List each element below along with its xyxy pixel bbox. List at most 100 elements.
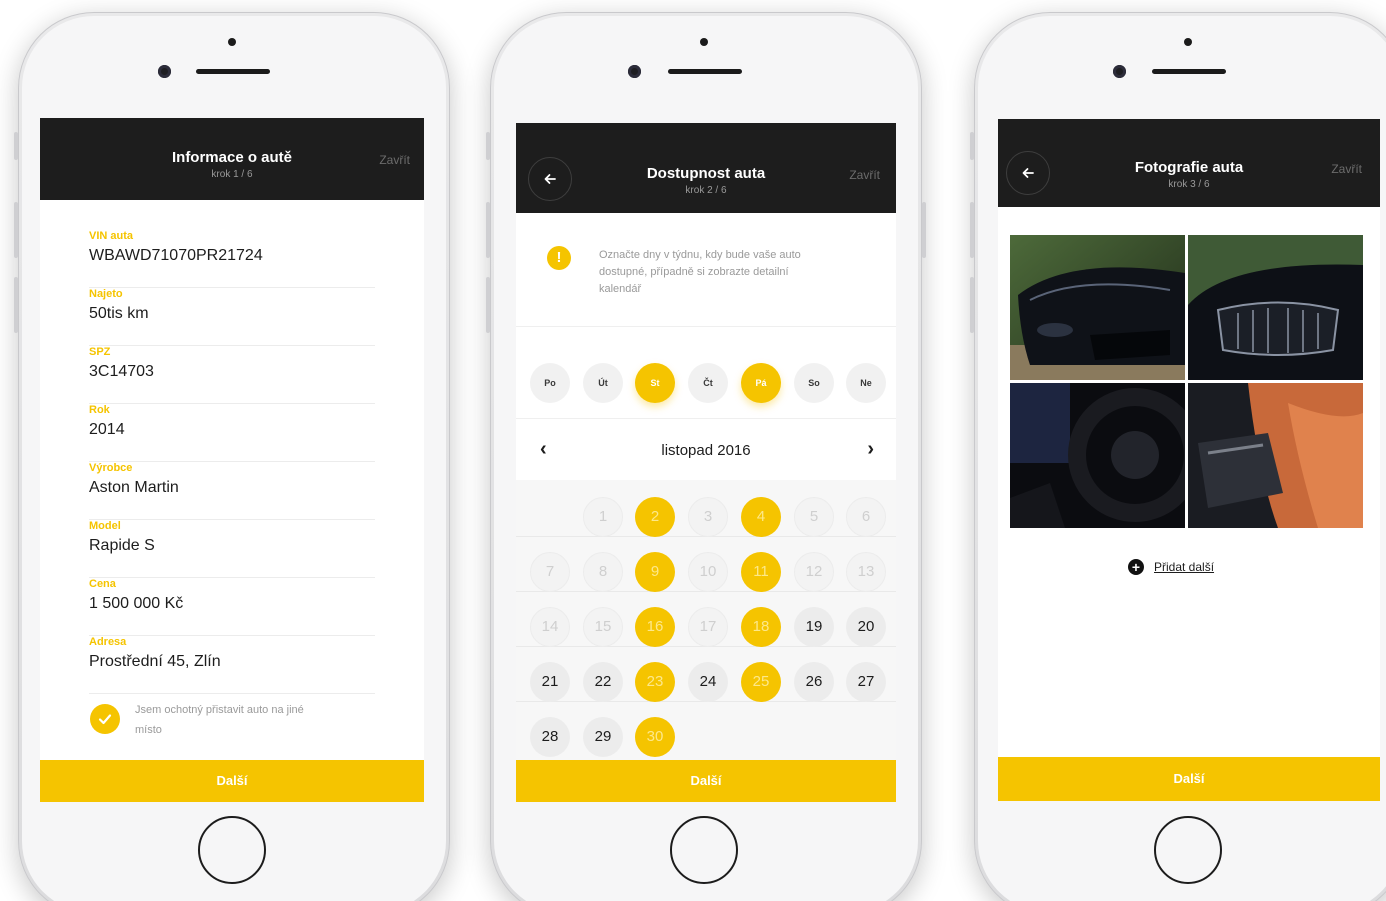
- field-value[interactable]: Aston Martin: [89, 479, 179, 497]
- field-label: Model: [89, 520, 121, 532]
- calendar-day: 12: [794, 552, 834, 592]
- calendar-day[interactable]: 19: [794, 607, 834, 647]
- info-icon: !: [547, 246, 571, 270]
- divider: [516, 418, 896, 419]
- form-field[interactable]: Adresa Prostřední 45, Zlín: [89, 636, 375, 694]
- calendar-day: 3: [688, 497, 728, 537]
- form-field[interactable]: SPZ 3C14703: [89, 346, 375, 404]
- volume-button: [970, 132, 974, 160]
- next-button[interactable]: Další: [998, 757, 1380, 801]
- next-button[interactable]: Další: [516, 760, 896, 802]
- close-button[interactable]: Zavřít: [1331, 162, 1362, 176]
- step-indicator: krok 2 / 6: [685, 185, 727, 196]
- home-button[interactable]: [670, 816, 738, 884]
- car-photo[interactable]: [1010, 383, 1185, 528]
- field-value[interactable]: 1 500 000 Kč: [89, 595, 183, 613]
- car-photo[interactable]: [1188, 235, 1363, 380]
- volume-button: [970, 277, 974, 333]
- calendar-day[interactable]: 22: [583, 662, 623, 702]
- checkbox-label-line: místo: [135, 724, 162, 736]
- field-value[interactable]: 3C14703: [89, 363, 154, 381]
- calendar-day: 15: [583, 607, 623, 647]
- checkmark-icon: [98, 714, 112, 725]
- header: Fotografie auta krok 3 / 6 Zavřít: [998, 119, 1380, 207]
- power-button: [922, 202, 926, 258]
- weekday-toggle[interactable]: Út: [583, 363, 623, 403]
- weekday-toggle[interactable]: Po: [530, 363, 570, 403]
- calendar-day: 17: [688, 607, 728, 647]
- volume-button: [486, 202, 490, 258]
- form-field[interactable]: Cena 1 500 000 Kč: [89, 578, 375, 636]
- form-field[interactable]: Najeto 50tis km: [89, 288, 375, 346]
- calendar-day[interactable]: 23: [635, 662, 675, 702]
- calendar-day[interactable]: 18: [741, 607, 781, 647]
- field-value[interactable]: 50tis km: [89, 305, 149, 323]
- page-title: Informace o autě: [171, 149, 293, 166]
- volume-button: [486, 277, 490, 333]
- relocate-checkbox[interactable]: [90, 704, 120, 734]
- field-value[interactable]: WBAWD71070PR21724: [89, 247, 263, 265]
- weekday-toggle[interactable]: Ne: [846, 363, 886, 403]
- screen: Informace o autě krok 1 / 6 Zavřít VIN a…: [40, 118, 424, 802]
- weekday-toggle[interactable]: So: [794, 363, 834, 403]
- screen: Dostupnost auta krok 2 / 6 Zavřít ! Ozna…: [516, 123, 896, 802]
- field-label: SPZ: [89, 346, 111, 358]
- steering-wheel-photo: [1010, 383, 1185, 528]
- weekday-toggle[interactable]: Čt: [688, 363, 728, 403]
- field-label: Výrobce: [89, 462, 133, 474]
- calendar-day[interactable]: 30: [635, 717, 675, 757]
- calendar-day: 14: [530, 607, 570, 647]
- notice-line: kalendář: [599, 283, 642, 295]
- calendar-day[interactable]: 29: [583, 717, 623, 757]
- front-sensor: [1113, 65, 1126, 78]
- close-button[interactable]: Zavřít: [379, 153, 410, 167]
- front-sensor: [158, 65, 171, 78]
- calendar-day[interactable]: 9: [635, 552, 675, 592]
- divider: [516, 326, 896, 327]
- earpiece: [1152, 69, 1226, 74]
- form-field[interactable]: Rok 2014: [89, 404, 375, 462]
- calendar-day: 10: [688, 552, 728, 592]
- calendar-day: 13: [846, 552, 886, 592]
- next-month-button[interactable]: ›: [867, 438, 874, 461]
- form-field[interactable]: VIN auta WBAWD71070PR21724: [89, 230, 375, 288]
- step-indicator: krok 1 / 6: [211, 169, 253, 180]
- calendar-day[interactable]: 28: [530, 717, 570, 757]
- calendar-day: 7: [530, 552, 570, 592]
- next-button[interactable]: Další: [40, 760, 424, 802]
- step-indicator: krok 3 / 6: [1168, 179, 1210, 190]
- calendar-day[interactable]: 27: [846, 662, 886, 702]
- calendar-day[interactable]: 11: [741, 552, 781, 592]
- notice-line: dostupné, případně si zobrazte detailní: [599, 266, 789, 278]
- calendar-day[interactable]: 24: [688, 662, 728, 702]
- photo-grid: [1010, 235, 1363, 528]
- checkbox-label-line: Jsem ochotný přistavit auto na jiné: [135, 704, 304, 716]
- weekday-toggle[interactable]: St: [635, 363, 675, 403]
- calendar-day[interactable]: 21: [530, 662, 570, 702]
- close-button[interactable]: Zavřít: [849, 168, 880, 182]
- calendar-day[interactable]: 4: [741, 497, 781, 537]
- add-photo-button[interactable]: + Přidat další: [1128, 559, 1214, 575]
- form-field[interactable]: Model Rapide S: [89, 520, 375, 578]
- home-button[interactable]: [198, 816, 266, 884]
- car-photo[interactable]: [1010, 235, 1185, 380]
- field-value[interactable]: Prostřední 45, Zlín: [89, 653, 221, 671]
- header: Dostupnost auta krok 2 / 6 Zavřít: [516, 123, 896, 213]
- field-value[interactable]: Rapide S: [89, 537, 155, 555]
- calendar-day[interactable]: 16: [635, 607, 675, 647]
- car-photo[interactable]: [1188, 383, 1363, 528]
- weekday-toggle[interactable]: Pá: [741, 363, 781, 403]
- calendar-day[interactable]: 2: [635, 497, 675, 537]
- notice-line: Označte dny v týdnu, kdy bude vaše auto: [599, 249, 801, 261]
- calendar-day[interactable]: 20: [846, 607, 886, 647]
- volume-button: [14, 277, 18, 333]
- availability-notice: Označte dny v týdnu, kdy bude vaše auto …: [599, 247, 801, 298]
- form-field[interactable]: Výrobce Aston Martin: [89, 462, 375, 520]
- calendar-day[interactable]: 26: [794, 662, 834, 702]
- screen: Fotografie auta krok 3 / 6 Zavřít + Přid…: [998, 119, 1380, 801]
- field-value[interactable]: 2014: [89, 421, 125, 439]
- front-sensor: [628, 65, 641, 78]
- calendar-day[interactable]: 25: [741, 662, 781, 702]
- volume-button: [14, 202, 18, 258]
- home-button[interactable]: [1154, 816, 1222, 884]
